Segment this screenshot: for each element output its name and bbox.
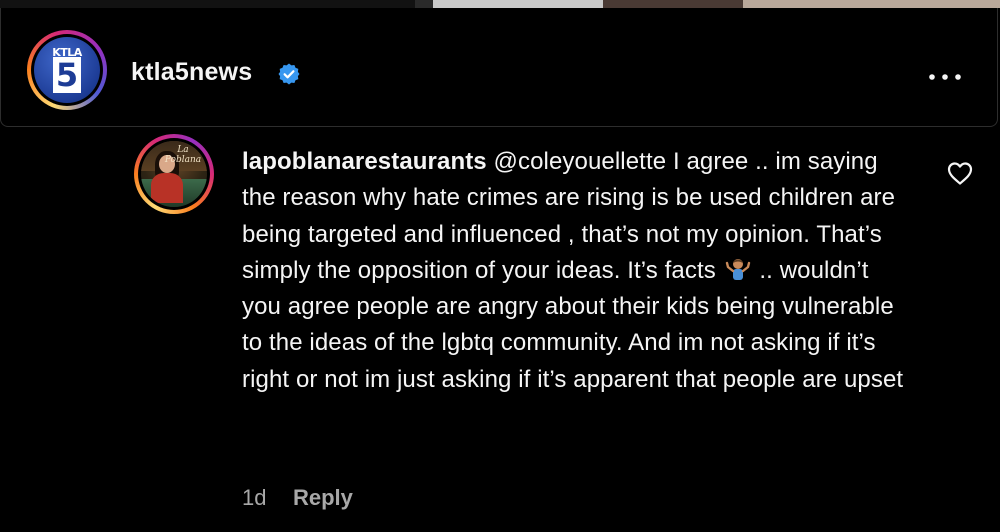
account-username[interactable]: ktla5news (131, 58, 252, 87)
comment-author[interactable]: lapoblanarestaurants (242, 148, 487, 175)
person-shrugging-emoji-icon (725, 258, 750, 280)
like-heart-icon[interactable] (946, 160, 974, 186)
comment-body: lapoblanarestaurants @coleyouellette I a… (242, 144, 912, 398)
background-page-strip (0, 0, 1000, 8)
reply-button[interactable]: Reply (293, 485, 353, 511)
post-view: KTLA 5 ktla5news La Poblana lapoblanares… (0, 0, 1000, 532)
commenter-avatar[interactable]: La Poblana (134, 134, 214, 214)
verified-badge-icon (278, 63, 300, 85)
restaurant-logo-image: La Poblana (141, 141, 207, 207)
comment-mention[interactable]: @coleyouellette (494, 148, 667, 175)
comment-timestamp: 1d (242, 485, 267, 510)
account-avatar[interactable]: KTLA 5 (27, 30, 107, 110)
post-header: KTLA 5 ktla5news (0, 8, 998, 127)
more-options-icon[interactable] (927, 72, 963, 82)
ktla-logo: KTLA 5 (34, 37, 100, 103)
logo-text-five: 5 (53, 57, 81, 93)
avatar-caption: La Poblana (164, 145, 202, 165)
